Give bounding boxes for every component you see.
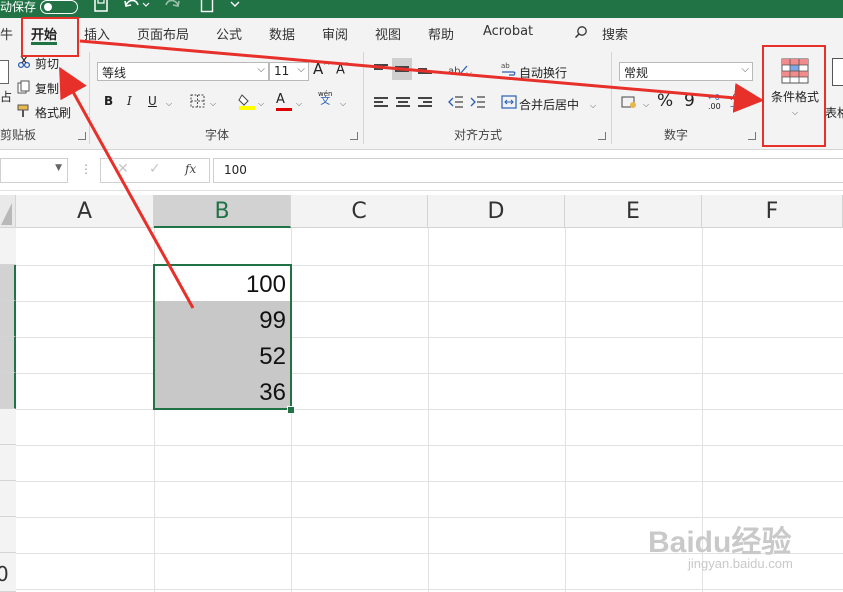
arrow-to-home-tab	[59, 66, 195, 309]
arrow-to-conditional-formatting	[79, 39, 764, 113]
annotation-arrows	[59, 39, 764, 309]
watermark-brand: Baidu经验	[648, 526, 792, 559]
watermark-url: jingyan.baidu.com	[688, 556, 793, 571]
